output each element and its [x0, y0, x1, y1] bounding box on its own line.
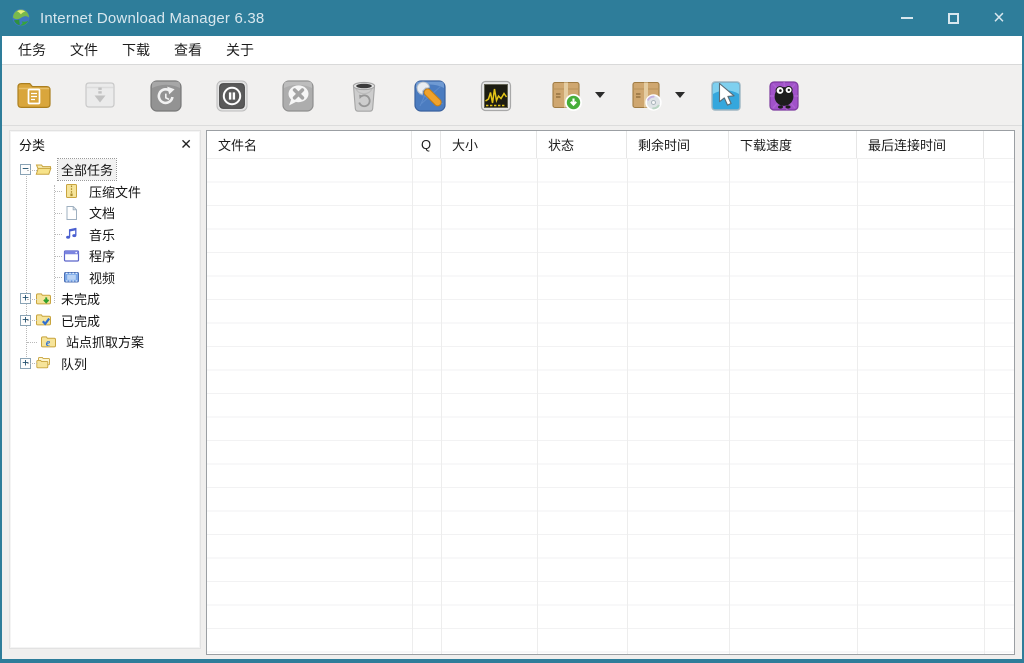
- tree-item-label: 未完成: [61, 292, 101, 308]
- tree-item-label: 全部任务: [56, 158, 118, 182]
- stop-download-icon: [216, 80, 248, 112]
- categories-panel: 分类 ✕ − 全部任务 压缩文件 文档 音乐 程序 视频 + 未完成 + 已完成…: [9, 130, 201, 649]
- tree-item-label: 站点抓取方案: [66, 335, 145, 351]
- grabber-button[interactable]: [703, 72, 749, 118]
- download-list-body[interactable]: [207, 159, 1014, 654]
- delete-task-icon: [352, 81, 376, 112]
- program-window-icon: [63, 250, 80, 262]
- stop-queue-button[interactable]: [623, 72, 669, 118]
- content-area: 分类 ✕ − 全部任务 压缩文件 文档 音乐 程序 视频 + 未完成 + 已完成…: [4, 128, 1020, 659]
- menu-file[interactable]: 文件: [58, 36, 110, 64]
- minimize-icon: [901, 17, 913, 19]
- start-queue-icon: [552, 81, 582, 111]
- stop-all-icon: [282, 80, 314, 112]
- delete-task-button[interactable]: [341, 72, 387, 118]
- menu-view[interactable]: 查看: [162, 36, 214, 64]
- add-url-icon: [17, 83, 51, 108]
- svg-text:e: e: [46, 338, 51, 349]
- stop-all-button[interactable]: [275, 72, 321, 118]
- tree-item-finished[interactable]: + 已完成: [10, 310, 200, 332]
- column-queue[interactable]: Q: [412, 131, 441, 158]
- tree-item-label: 程序: [89, 249, 116, 265]
- idm-logo-icon: [12, 8, 30, 27]
- column-speed[interactable]: 下载速度: [729, 131, 857, 158]
- redownload-button[interactable]: [143, 72, 189, 118]
- categories-title: 分类: [19, 137, 46, 153]
- tree-item-programs[interactable]: 程序: [10, 245, 200, 267]
- music-note-icon: [66, 228, 77, 239]
- stop-download-button[interactable]: [209, 72, 255, 118]
- start-queue-button[interactable]: [543, 72, 589, 118]
- menu-downloads[interactable]: 下载: [110, 36, 162, 64]
- video-film-icon: [64, 272, 79, 283]
- tree-item-documents[interactable]: 文档: [10, 202, 200, 224]
- dropdown-arrow-icon: [595, 92, 605, 98]
- window-title: Internet Download Manager 6.38: [40, 9, 265, 27]
- document-icon: [66, 205, 77, 220]
- close-icon: ×: [993, 7, 1005, 29]
- tree-item-video[interactable]: 视频: [10, 267, 200, 289]
- column-last-connect-time[interactable]: 最后连接时间: [857, 131, 984, 158]
- zip-file-icon: [66, 184, 77, 199]
- resume-download-button[interactable]: [77, 72, 123, 118]
- folder-grabber-icon: e: [41, 336, 56, 349]
- tree-item-label: 已完成: [61, 313, 101, 329]
- tree-item-all-tasks[interactable]: − 全部任务: [10, 158, 200, 182]
- scheduler-button[interactable]: [473, 72, 519, 118]
- tree-item-label: 视频: [89, 270, 116, 286]
- folder-unfinished-icon: [36, 293, 51, 305]
- close-button[interactable]: ×: [976, 0, 1022, 36]
- tree-item-label: 文档: [89, 206, 116, 222]
- tree-item-label: 音乐: [89, 227, 116, 243]
- add-url-button[interactable]: [11, 72, 57, 118]
- column-time-left[interactable]: 剩余时间: [627, 131, 729, 158]
- folder-open-icon: [35, 164, 52, 175]
- window-bottom-border: [2, 659, 1022, 663]
- menu-bar: 任务 文件 下载 查看 关于: [2, 36, 1022, 65]
- tree-item-compressed[interactable]: 压缩文件: [10, 181, 200, 203]
- categories-header: 分类 ✕: [10, 131, 200, 155]
- redownload-icon: [150, 80, 182, 112]
- maximize-button[interactable]: [930, 0, 976, 36]
- stop-queue-dropdown[interactable]: [669, 72, 691, 118]
- options-button[interactable]: [407, 72, 453, 118]
- title-bar: Internet Download Manager 6.38 ×: [2, 0, 1022, 36]
- mascot-button[interactable]: [761, 72, 807, 118]
- column-size[interactable]: 大小: [441, 131, 537, 158]
- tree-item-label: 压缩文件: [89, 184, 142, 200]
- dropdown-arrow-icon: [675, 92, 685, 98]
- start-queue-dropdown[interactable]: [589, 72, 611, 118]
- tree-item-queues[interactable]: + 队列: [10, 353, 200, 375]
- tree-item-grabber-projects[interactable]: e 站点抓取方案: [10, 331, 200, 353]
- categories-tree: − 全部任务 压缩文件 文档 音乐 程序 视频 + 未完成 + 已完成 e 站点…: [10, 155, 200, 374]
- column-status[interactable]: 状态: [537, 131, 627, 158]
- download-list-header: 文件名 Q 大小 状态 剩余时间 下载速度 最后连接时间: [207, 131, 1014, 159]
- folder-finished-icon: [36, 314, 51, 326]
- mascot-icon: [769, 81, 799, 111]
- scheduler-icon: [480, 80, 512, 112]
- menu-about[interactable]: 关于: [214, 36, 266, 64]
- tree-item-unfinished[interactable]: + 未完成: [10, 288, 200, 310]
- menu-tasks[interactable]: 任务: [6, 36, 58, 64]
- stop-queue-icon: [632, 81, 662, 111]
- categories-close-button[interactable]: ✕: [180, 137, 192, 151]
- options-wrench-icon: [414, 80, 446, 112]
- maximize-icon: [947, 12, 959, 24]
- grabber-cursor-icon: [711, 81, 741, 111]
- column-filler: [984, 131, 1014, 158]
- minimize-button[interactable]: [884, 0, 930, 36]
- resume-download-icon: [85, 82, 115, 108]
- toolbar: [2, 65, 1022, 126]
- column-filename[interactable]: 文件名: [207, 131, 412, 158]
- tree-item-music[interactable]: 音乐: [10, 224, 200, 246]
- queues-folders-icon: [36, 357, 50, 369]
- download-list-panel: 文件名 Q 大小 状态 剩余时间 下载速度 最后连接时间: [206, 130, 1015, 655]
- tree-item-label: 队列: [61, 356, 88, 372]
